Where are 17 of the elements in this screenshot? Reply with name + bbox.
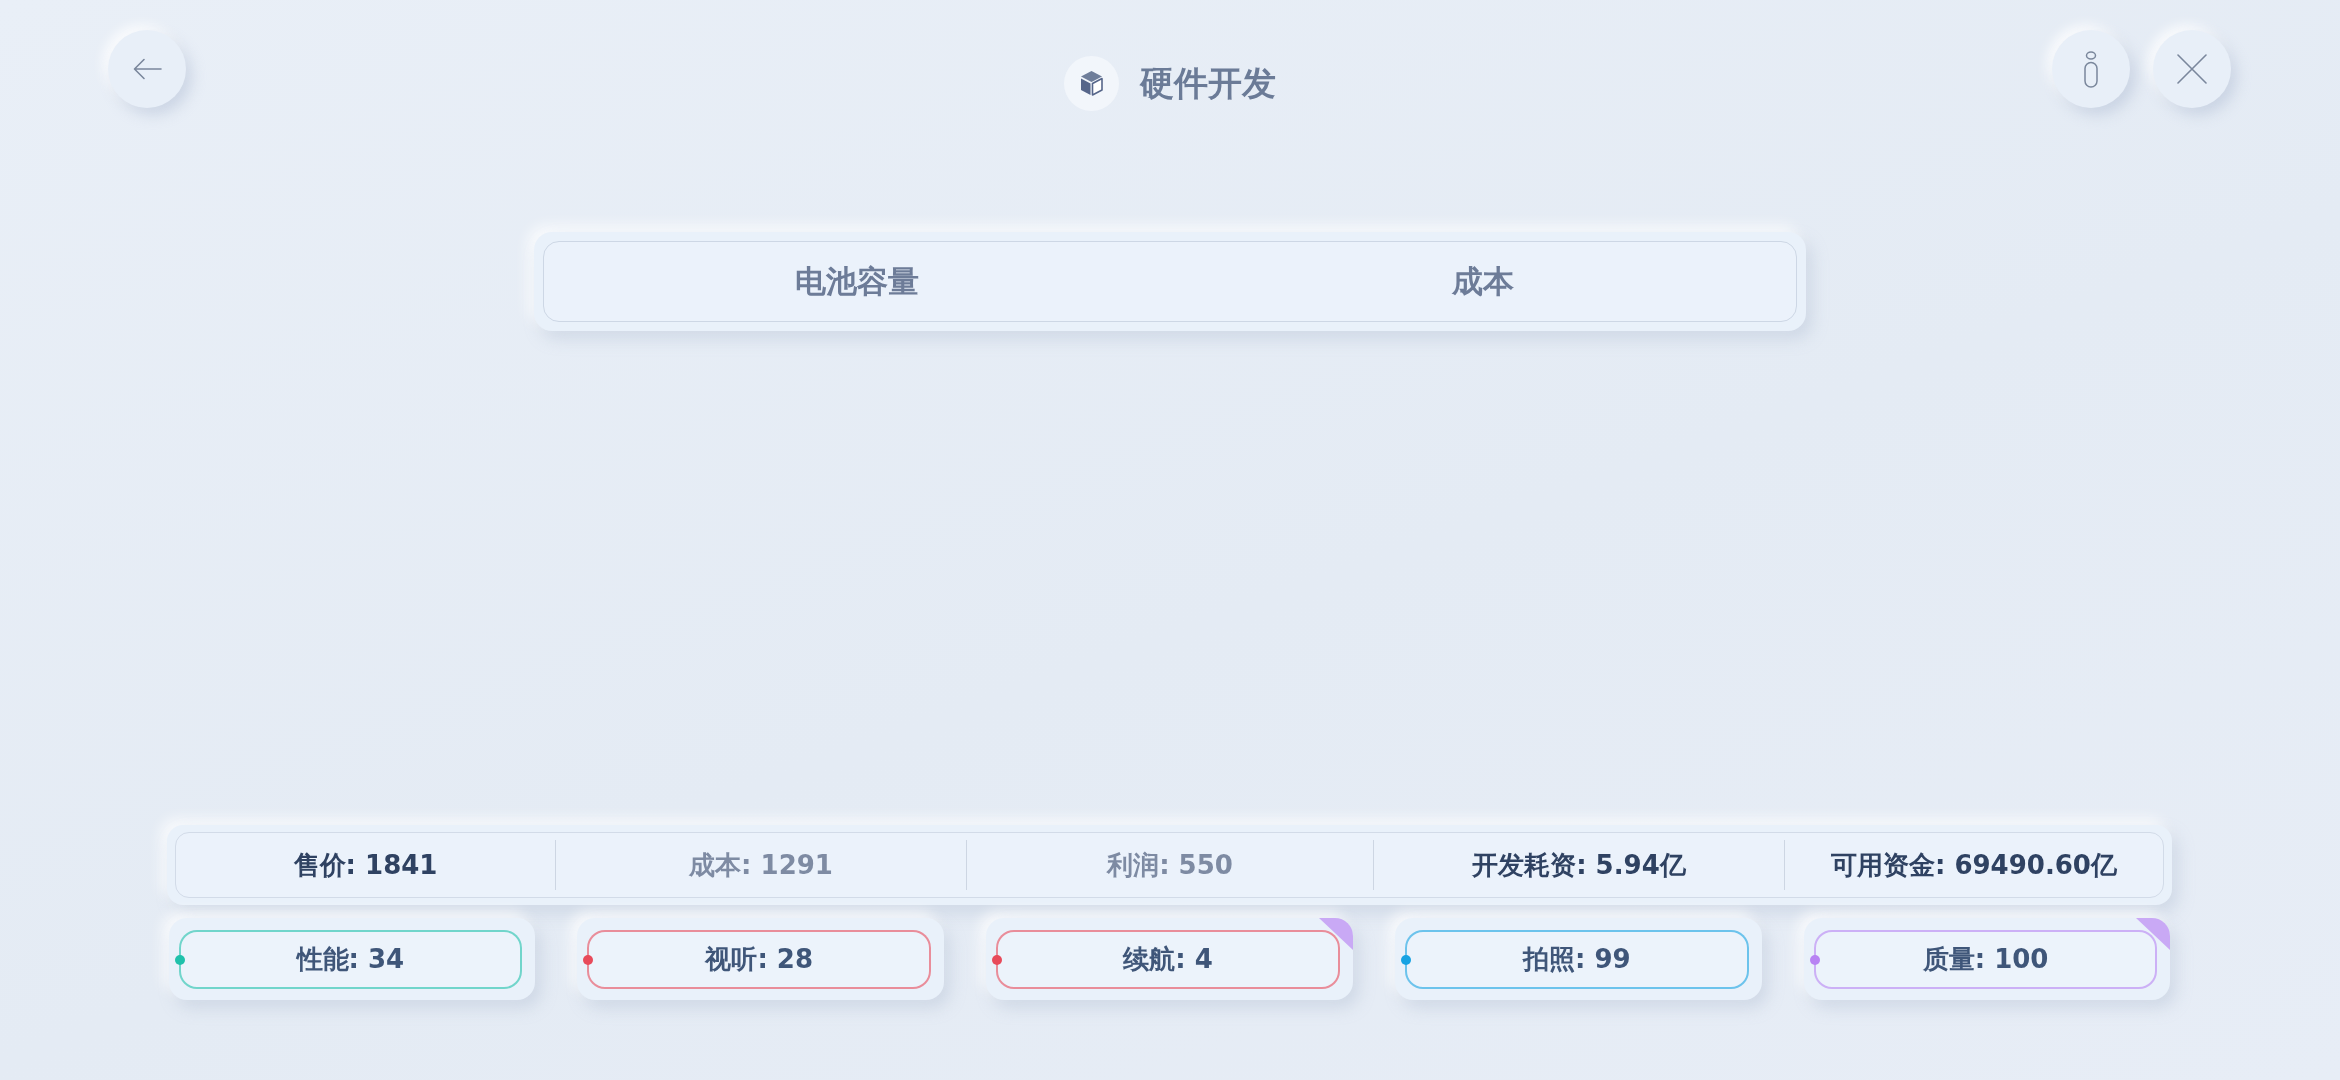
attribute-label: 视听: 28 [705, 943, 813, 976]
column-header: 成本 [1450, 261, 1515, 301]
stat-value: 开发耗资: 5.94亿 [1472, 848, 1686, 882]
attribute-label: 续航: 4 [1123, 943, 1213, 976]
back-arrow-icon [132, 58, 162, 80]
stat-value: 利润: 550 [1107, 848, 1233, 882]
stat-value: 可用资金: 69490.60亿 [1831, 848, 2117, 882]
stat-value: 售价: 1841 [293, 848, 438, 882]
column-header: 电池容量 [793, 261, 920, 301]
attribute-label: 拍照: 99 [1522, 943, 1631, 976]
info-icon [2084, 50, 2098, 88]
attribute-label: 性能: 34 [296, 943, 405, 976]
cube-icon [1063, 56, 1119, 111]
close-icon [2177, 54, 2207, 84]
page-title: 硬件开发 [1139, 63, 1276, 104]
attribute-label: 质量: 100 [1922, 943, 2049, 976]
stat-value: 成本: 1291 [689, 848, 833, 882]
